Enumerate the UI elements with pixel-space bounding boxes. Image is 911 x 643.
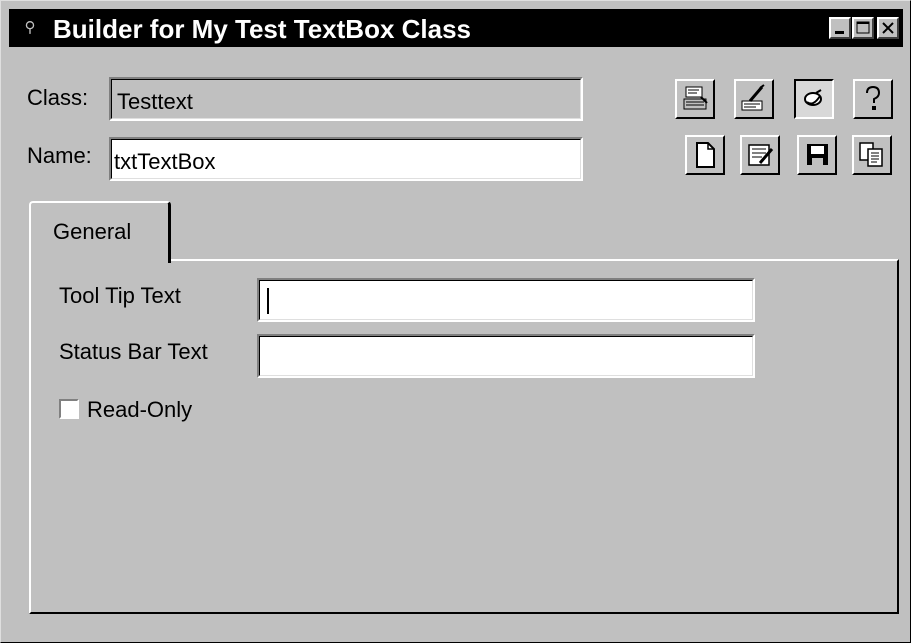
edit-notes-icon	[748, 144, 774, 166]
copy-button[interactable]	[852, 135, 892, 175]
minimize-button[interactable]	[829, 17, 851, 39]
tooltip-text-label: Tool Tip Text	[59, 283, 181, 308]
builder-app-icon[interactable]: ⚲	[19, 18, 41, 38]
tab-general-label: General	[53, 219, 132, 244]
name-label: Name:	[27, 143, 92, 168]
save-button[interactable]	[797, 135, 837, 175]
edit-notes-button[interactable]	[740, 135, 780, 175]
copy-icon	[859, 142, 883, 167]
class-label: Class:	[27, 85, 89, 110]
text-caret	[267, 288, 269, 314]
close-button[interactable]	[877, 17, 899, 39]
name-field[interactable]: txtTextBox	[109, 137, 583, 181]
properties-button[interactable]	[675, 79, 715, 119]
new-document-icon	[696, 142, 715, 168]
help-button[interactable]	[853, 79, 893, 119]
maximize-icon	[856, 21, 870, 34]
builder-window: ⚲ Builder for My Test TextBox Class Clas…	[0, 0, 911, 643]
tooltip-text-input[interactable]	[257, 278, 755, 322]
help-icon	[866, 85, 881, 110]
class-field: Testtext	[109, 77, 583, 121]
readonly-checkbox[interactable]	[59, 399, 79, 419]
browse-icon	[804, 89, 822, 106]
save-icon	[807, 144, 828, 165]
minimize-icon	[835, 31, 844, 34]
tab-general[interactable]: General	[29, 201, 171, 263]
name-value: txtTextBox	[114, 149, 216, 174]
code-brush-button[interactable]	[734, 79, 774, 119]
class-value: Testtext	[117, 89, 193, 114]
properties-icon	[683, 86, 708, 110]
code-brush-icon	[741, 84, 765, 111]
statusbar-text-input[interactable]	[257, 334, 755, 378]
window-title: Builder for My Test TextBox Class	[53, 14, 472, 44]
new-document-button[interactable]	[685, 135, 725, 175]
title-bar[interactable]: ⚲ Builder for My Test TextBox Class	[9, 9, 903, 47]
maximize-button[interactable]	[852, 17, 874, 39]
browse-button[interactable]	[794, 79, 834, 119]
statusbar-text-label: Status Bar Text	[59, 339, 208, 364]
close-icon	[882, 22, 894, 34]
readonly-label[interactable]: Read-Only	[87, 397, 192, 423]
